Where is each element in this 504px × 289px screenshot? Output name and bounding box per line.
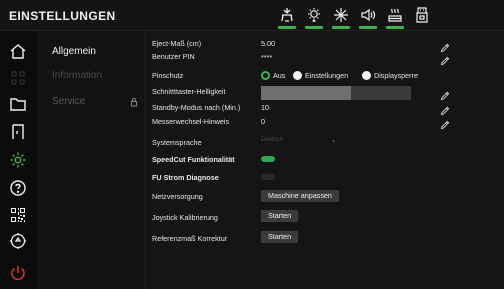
usb-icon[interactable]: [413, 6, 431, 24]
eject-value[interactable]: 5.00: [261, 39, 275, 48]
brightness-slider[interactable]: [261, 86, 411, 100]
fu-diagnosis-toggle[interactable]: [261, 174, 275, 180]
pin-label: Benutzer PIN: [152, 52, 195, 61]
subnav-item-service[interactable]: Service: [52, 96, 85, 107]
gear-icon[interactable]: [8, 150, 28, 170]
pinschutz-label: Pinschutz: [152, 71, 184, 80]
edit-knife-change-icon[interactable]: [440, 117, 450, 130]
pinschutz-option-displaysperre: Displaysperre: [374, 71, 418, 80]
settings-panel: Eject-Maß (cm) 5.00 Benutzer PIN **** Pi…: [145, 31, 504, 289]
edit-standby-icon[interactable]: [440, 103, 450, 116]
help-icon[interactable]: [8, 178, 28, 198]
language-value: Deutsch: [261, 137, 284, 143]
speedcut-label: SpeedCut Funktionalität: [152, 155, 235, 164]
sound-icon[interactable]: [359, 6, 377, 24]
knife-change-label: Messerwechsel-Hinweis: [152, 117, 230, 126]
top-bar: EINSTELLUNGEN: [0, 0, 504, 31]
pinschutz-option-einstellungen: Einstellungen: [305, 71, 349, 80]
language-select[interactable]: Deutsch ▾: [261, 137, 339, 148]
chevron-down-icon: ▾: [331, 139, 335, 145]
brightness-slider-fill: [261, 86, 351, 100]
pinschutz-radio-einstellungen[interactable]: [293, 71, 302, 80]
light-icon[interactable]: [305, 6, 323, 24]
home-icon[interactable]: [8, 41, 28, 61]
joystick-start-button[interactable]: Starten: [261, 210, 299, 222]
eject-label: Eject-Maß (cm): [152, 39, 202, 48]
standby-value[interactable]: 10: [261, 103, 269, 112]
light-indicator: [305, 26, 323, 29]
heater-icon[interactable]: [386, 6, 404, 24]
device-indicator: [278, 26, 296, 29]
door-icon[interactable]: [8, 122, 28, 142]
folder-icon[interactable]: [8, 94, 28, 114]
brightness-label: Schnittttaster-Helligkeit: [152, 87, 226, 96]
settings-subnav: Allgemein Information Service: [37, 31, 145, 289]
subnav-item-allgemein[interactable]: Allgemein: [52, 46, 96, 57]
fu-diagnosis-label: FU Strom Diagnose: [152, 173, 219, 182]
pinschutz-radio-aus[interactable]: [261, 71, 270, 80]
sound-indicator: [359, 26, 377, 29]
subnav-item-information[interactable]: Information: [52, 70, 102, 81]
edit-brightness-icon[interactable]: [440, 88, 450, 101]
heater-indicator: [386, 26, 404, 29]
reference-start-button[interactable]: Starten: [261, 231, 299, 243]
qr-code-icon[interactable]: [8, 205, 28, 225]
pinschutz-radio-displaysperre[interactable]: [362, 71, 371, 80]
dial-icon[interactable]: [8, 231, 28, 251]
page-title: EINSTELLUNGEN: [9, 9, 116, 23]
power-supply-label: Netzversorgung: [152, 192, 203, 201]
standby-label: Standby-Modus nach (Min.): [152, 103, 241, 112]
lock-icon: [131, 98, 137, 107]
icon-rail: [0, 31, 36, 289]
power-icon[interactable]: [8, 263, 28, 283]
edit-eject-icon[interactable]: [440, 40, 450, 53]
fan-icon[interactable]: [332, 6, 350, 24]
pin-value[interactable]: ****: [261, 53, 272, 62]
grid-icon[interactable]: [8, 68, 28, 88]
speedcut-toggle[interactable]: [261, 156, 275, 162]
fan-indicator: [332, 26, 350, 29]
reference-label: Referenzmaß Korrektur: [152, 234, 228, 243]
adjust-machine-button[interactable]: Maschine anpassen: [261, 190, 339, 202]
joystick-label: Joystick Kalibrierung: [152, 213, 218, 222]
edit-pin-icon[interactable]: [440, 53, 450, 66]
knife-change-value[interactable]: 0: [261, 117, 265, 126]
language-label: Systemsprache: [152, 138, 202, 147]
pinschutz-option-aus: Aus: [273, 71, 286, 80]
device-icon[interactable]: [278, 6, 296, 24]
